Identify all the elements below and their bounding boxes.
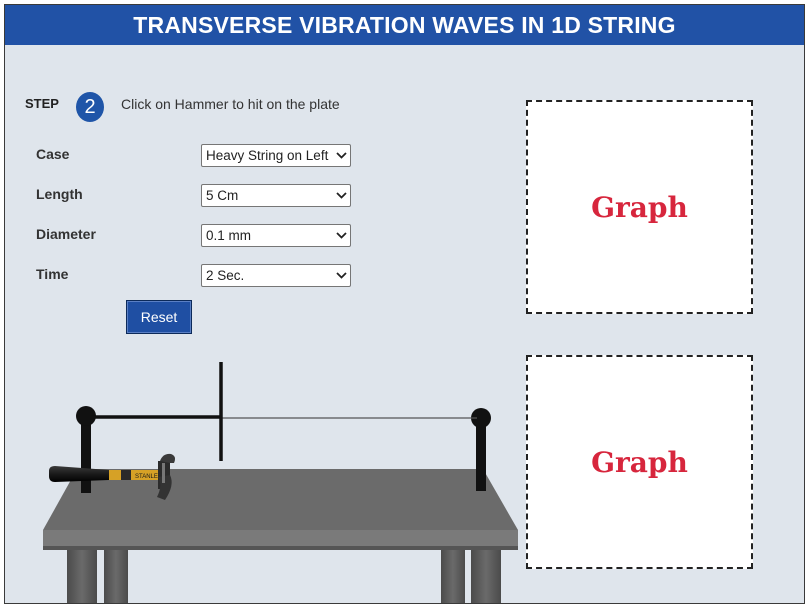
- table-leg: [441, 545, 465, 603]
- graph-panel-top: Graph: [526, 100, 753, 314]
- table-edge-shadow: [43, 546, 518, 550]
- table: [43, 469, 518, 603]
- table-leg: [471, 545, 501, 603]
- table-leg: [104, 545, 128, 603]
- graph-placeholder-label: Graph: [591, 445, 688, 479]
- app-window: TRANSVERSE VIBRATION WAVES IN 1D STRING …: [4, 4, 805, 604]
- apparatus-scene: STANLEY: [43, 362, 518, 603]
- graph-panel-bottom: Graph: [526, 355, 753, 569]
- graph-placeholder-label: Graph: [591, 190, 688, 224]
- table-edge: [43, 530, 518, 548]
- svg-text:STANLEY: STANLEY: [135, 474, 162, 480]
- table-leg: [67, 545, 97, 603]
